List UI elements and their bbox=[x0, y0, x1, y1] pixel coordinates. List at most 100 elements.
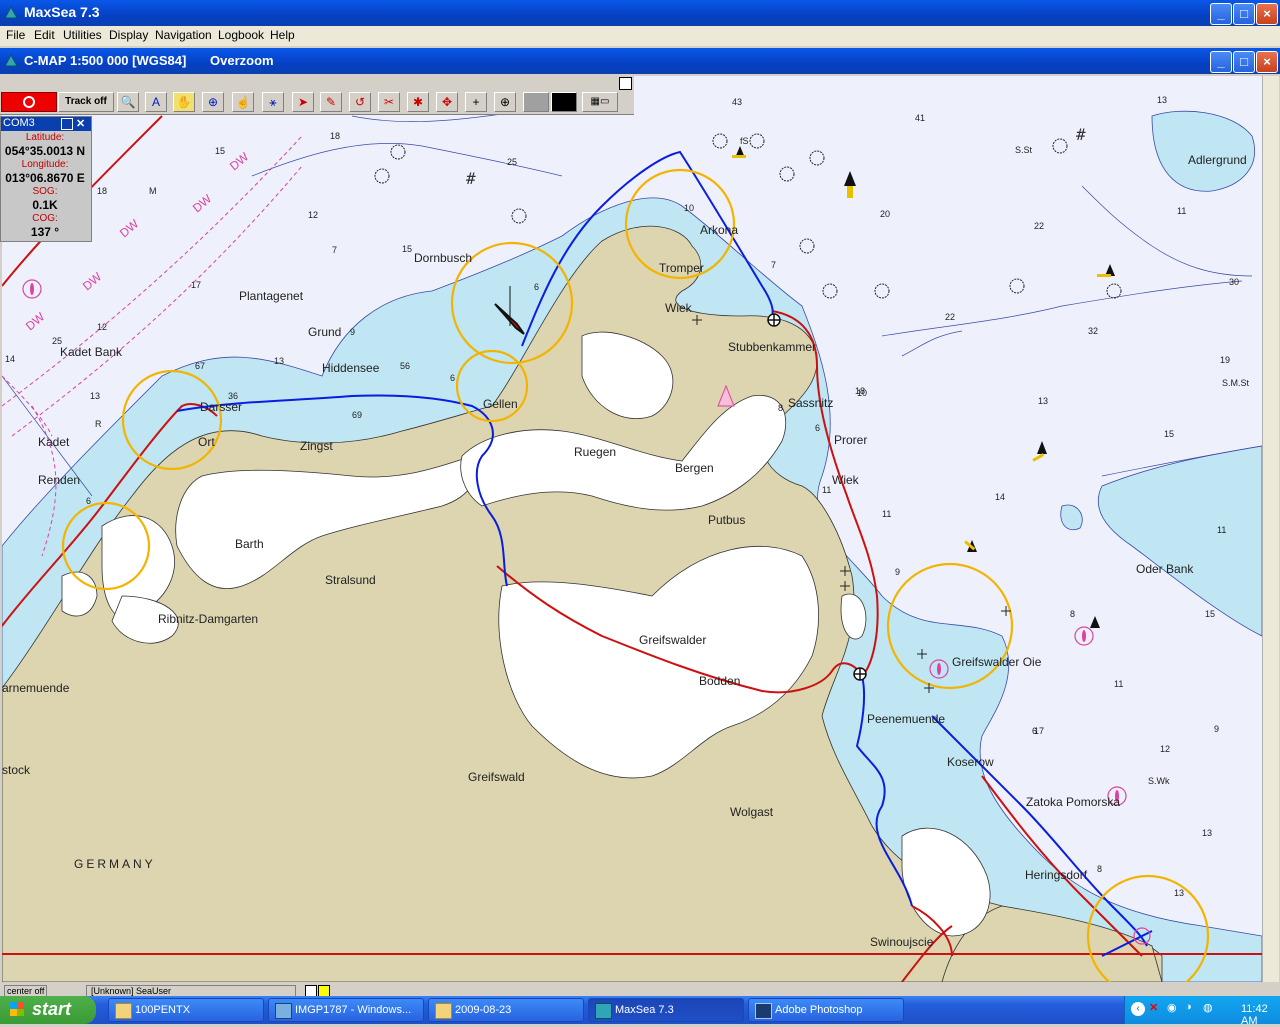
scissors-icon[interactable]: ✂ bbox=[378, 92, 400, 112]
menu-utilities[interactable]: Utilities bbox=[63, 28, 102, 42]
compass-icon[interactable]: A bbox=[145, 92, 167, 112]
depth-sounding: S.Wk bbox=[1148, 776, 1170, 786]
waypoint-icon[interactable]: ⊕ bbox=[494, 92, 516, 112]
depth-sounding: 69 bbox=[352, 410, 363, 420]
depth-sounding: fS bbox=[740, 136, 749, 146]
record-icon bbox=[23, 96, 35, 108]
depth-sounding: 6 bbox=[534, 282, 540, 292]
depth-sounding: 9 bbox=[895, 567, 901, 577]
network-error-icon[interactable]: ✕ bbox=[1149, 1001, 1158, 1014]
chart-vertical-scrollbar[interactable] bbox=[1262, 76, 1279, 982]
tray-expand-icon[interactable]: ‹ bbox=[1131, 1002, 1145, 1016]
chart-maximize-button[interactable]: □ bbox=[1233, 51, 1255, 73]
mark-icon[interactable]: ✱ bbox=[407, 92, 429, 112]
task-photoshop[interactable]: Adobe Photoshop bbox=[748, 998, 904, 1022]
tray-app-icon[interactable]: ◉ bbox=[1167, 1001, 1177, 1014]
color-swatch-gray[interactable] bbox=[523, 92, 549, 112]
close-button[interactable]: × bbox=[1256, 3, 1278, 25]
nautical-chart[interactable]: DW DW DW DW DW # # Dornbusch Plantagenet… bbox=[2, 76, 1262, 982]
chart-window-titlebar: C-MAP 1:500 000 [WGS84] Overzoom _ □ × bbox=[0, 48, 1280, 74]
gps-port-label: COM3 bbox=[3, 117, 35, 129]
pencil-icon[interactable]: ✎ bbox=[320, 92, 342, 112]
gps-panel-header: COM3 ✕ bbox=[1, 117, 91, 131]
place-label: Putbus bbox=[708, 513, 746, 527]
depth-sounding: 15 bbox=[1164, 429, 1175, 439]
app-titlebar: MaxSea 7.3 _ □ × bbox=[0, 0, 1280, 26]
chart-close-button[interactable]: × bbox=[1256, 51, 1278, 73]
depth-sounding: 10 bbox=[857, 388, 868, 398]
toolbar-restore-button[interactable] bbox=[619, 77, 632, 90]
start-button[interactable]: start bbox=[0, 996, 96, 1024]
place-label: Arkona bbox=[700, 223, 739, 237]
cog-label: COG: bbox=[32, 213, 58, 224]
pan-hand-icon[interactable]: ✋ bbox=[173, 92, 195, 112]
folder-icon bbox=[115, 1003, 132, 1019]
hand-point-icon[interactable]: ☝ bbox=[232, 92, 254, 112]
windows-logo-icon bbox=[10, 1002, 24, 1016]
plus-icon[interactable]: + bbox=[465, 92, 487, 112]
security-icon[interactable]: ◍ bbox=[1203, 1001, 1213, 1014]
track-toggle-button[interactable]: Track off bbox=[58, 92, 114, 112]
route-icon[interactable]: ↺ bbox=[349, 92, 371, 112]
menu-display[interactable]: Display bbox=[109, 28, 148, 42]
depth-sounding: 13 bbox=[1157, 95, 1168, 105]
taskbar: start 100PENTX IMGP1787 - Windows... 200… bbox=[0, 996, 1280, 1027]
task-100pentx[interactable]: 100PENTX bbox=[108, 998, 264, 1022]
maxsea-logo-icon bbox=[4, 54, 18, 67]
task-maxsea[interactable]: MaxSea 7.3 bbox=[588, 998, 744, 1022]
depth-sounding: 20 bbox=[880, 209, 891, 219]
menu-file[interactable]: File bbox=[6, 28, 25, 42]
maximize-button[interactable]: □ bbox=[1233, 3, 1255, 25]
menu-help[interactable]: Help bbox=[270, 28, 295, 42]
cog-value: 137 ° bbox=[30, 225, 60, 239]
depth-sounding: 6 bbox=[86, 496, 92, 506]
place-label: stock bbox=[2, 763, 31, 777]
latitude-value: 054°35.0013 N bbox=[4, 144, 86, 158]
zoom-icon[interactable]: 🔍 bbox=[117, 92, 139, 112]
depth-sounding: 12 bbox=[1160, 744, 1171, 754]
depth-sounding: 8 bbox=[1070, 609, 1076, 619]
place-label: GERMANY bbox=[74, 857, 156, 871]
depth-sounding: 9 bbox=[1214, 724, 1220, 734]
move-icon[interactable]: ✥ bbox=[436, 92, 458, 112]
task-imgp1787[interactable]: IMGP1787 - Windows... bbox=[268, 998, 424, 1022]
depth-sounding: 15 bbox=[215, 146, 226, 156]
place-label: Bergen bbox=[675, 461, 714, 475]
color-swatch-black[interactable] bbox=[551, 92, 577, 112]
place-label: Dornbusch bbox=[414, 251, 473, 265]
cursor-icon[interactable]: ➤ bbox=[292, 92, 314, 112]
place-label: Zatoka Pomorska bbox=[1026, 795, 1121, 809]
menu-navigation[interactable]: Navigation bbox=[155, 28, 212, 42]
menu-logbook[interactable]: Logbook bbox=[218, 28, 264, 42]
depth-sounding: 6 bbox=[815, 423, 821, 433]
maxsea-logo-icon bbox=[4, 6, 18, 19]
depth-sounding: 12 bbox=[97, 322, 108, 332]
measure-icon[interactable]: ⚹ bbox=[262, 92, 284, 112]
depth-sounding: 15 bbox=[402, 244, 413, 254]
place-label: Koserow bbox=[947, 755, 994, 769]
svg-text:DW: DW bbox=[80, 269, 105, 293]
task-2009-08-23[interactable]: 2009-08-23 bbox=[428, 998, 584, 1022]
depth-sounding: 32 bbox=[1088, 326, 1099, 336]
depth-sounding: 22 bbox=[945, 312, 956, 322]
panel-restore-button[interactable] bbox=[61, 118, 73, 130]
app-title: MaxSea 7.3 bbox=[24, 4, 100, 20]
place-label: Tromper bbox=[659, 261, 704, 275]
depth-sounding: 8 bbox=[778, 403, 784, 413]
minimize-button[interactable]: _ bbox=[1210, 3, 1232, 25]
system-tray: ‹ ✕ ◉ ◑ ◍ 11:42 AM bbox=[1124, 996, 1280, 1027]
volume-icon[interactable]: ◑ bbox=[1185, 1001, 1192, 1013]
place-label: Sassnitz bbox=[788, 396, 834, 410]
depth-sounding: 43 bbox=[732, 97, 743, 107]
record-button[interactable] bbox=[1, 92, 57, 112]
depth-sounding: 30 bbox=[1229, 277, 1240, 287]
center-target-icon[interactable]: ⊕ bbox=[202, 92, 224, 112]
chart-minimize-button[interactable]: _ bbox=[1210, 51, 1232, 73]
place-label: arnemuende bbox=[2, 681, 70, 695]
panel-close-button[interactable]: ✕ bbox=[76, 117, 85, 130]
depth-sounding: 9 bbox=[350, 327, 356, 337]
image-viewer-icon bbox=[275, 1003, 292, 1019]
depth-sounding: 7 bbox=[771, 260, 777, 270]
menu-edit[interactable]: Edit bbox=[34, 28, 55, 42]
display-mode-icon[interactable]: ▦▭ bbox=[582, 92, 618, 112]
